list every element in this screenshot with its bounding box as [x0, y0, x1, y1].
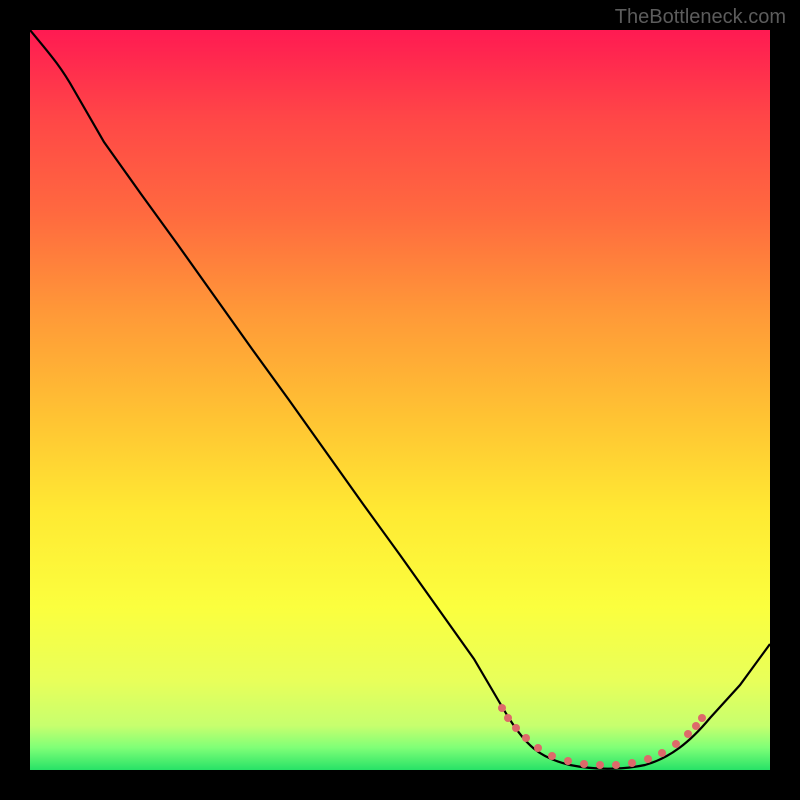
attribution-label: TheBottleneck.com — [615, 6, 786, 29]
dotted-zone — [498, 704, 706, 769]
curve-line — [30, 30, 770, 769]
chart-plot-area — [30, 30, 770, 770]
chart-svg — [30, 30, 770, 770]
chart-frame: TheBottleneck.com — [0, 0, 800, 800]
